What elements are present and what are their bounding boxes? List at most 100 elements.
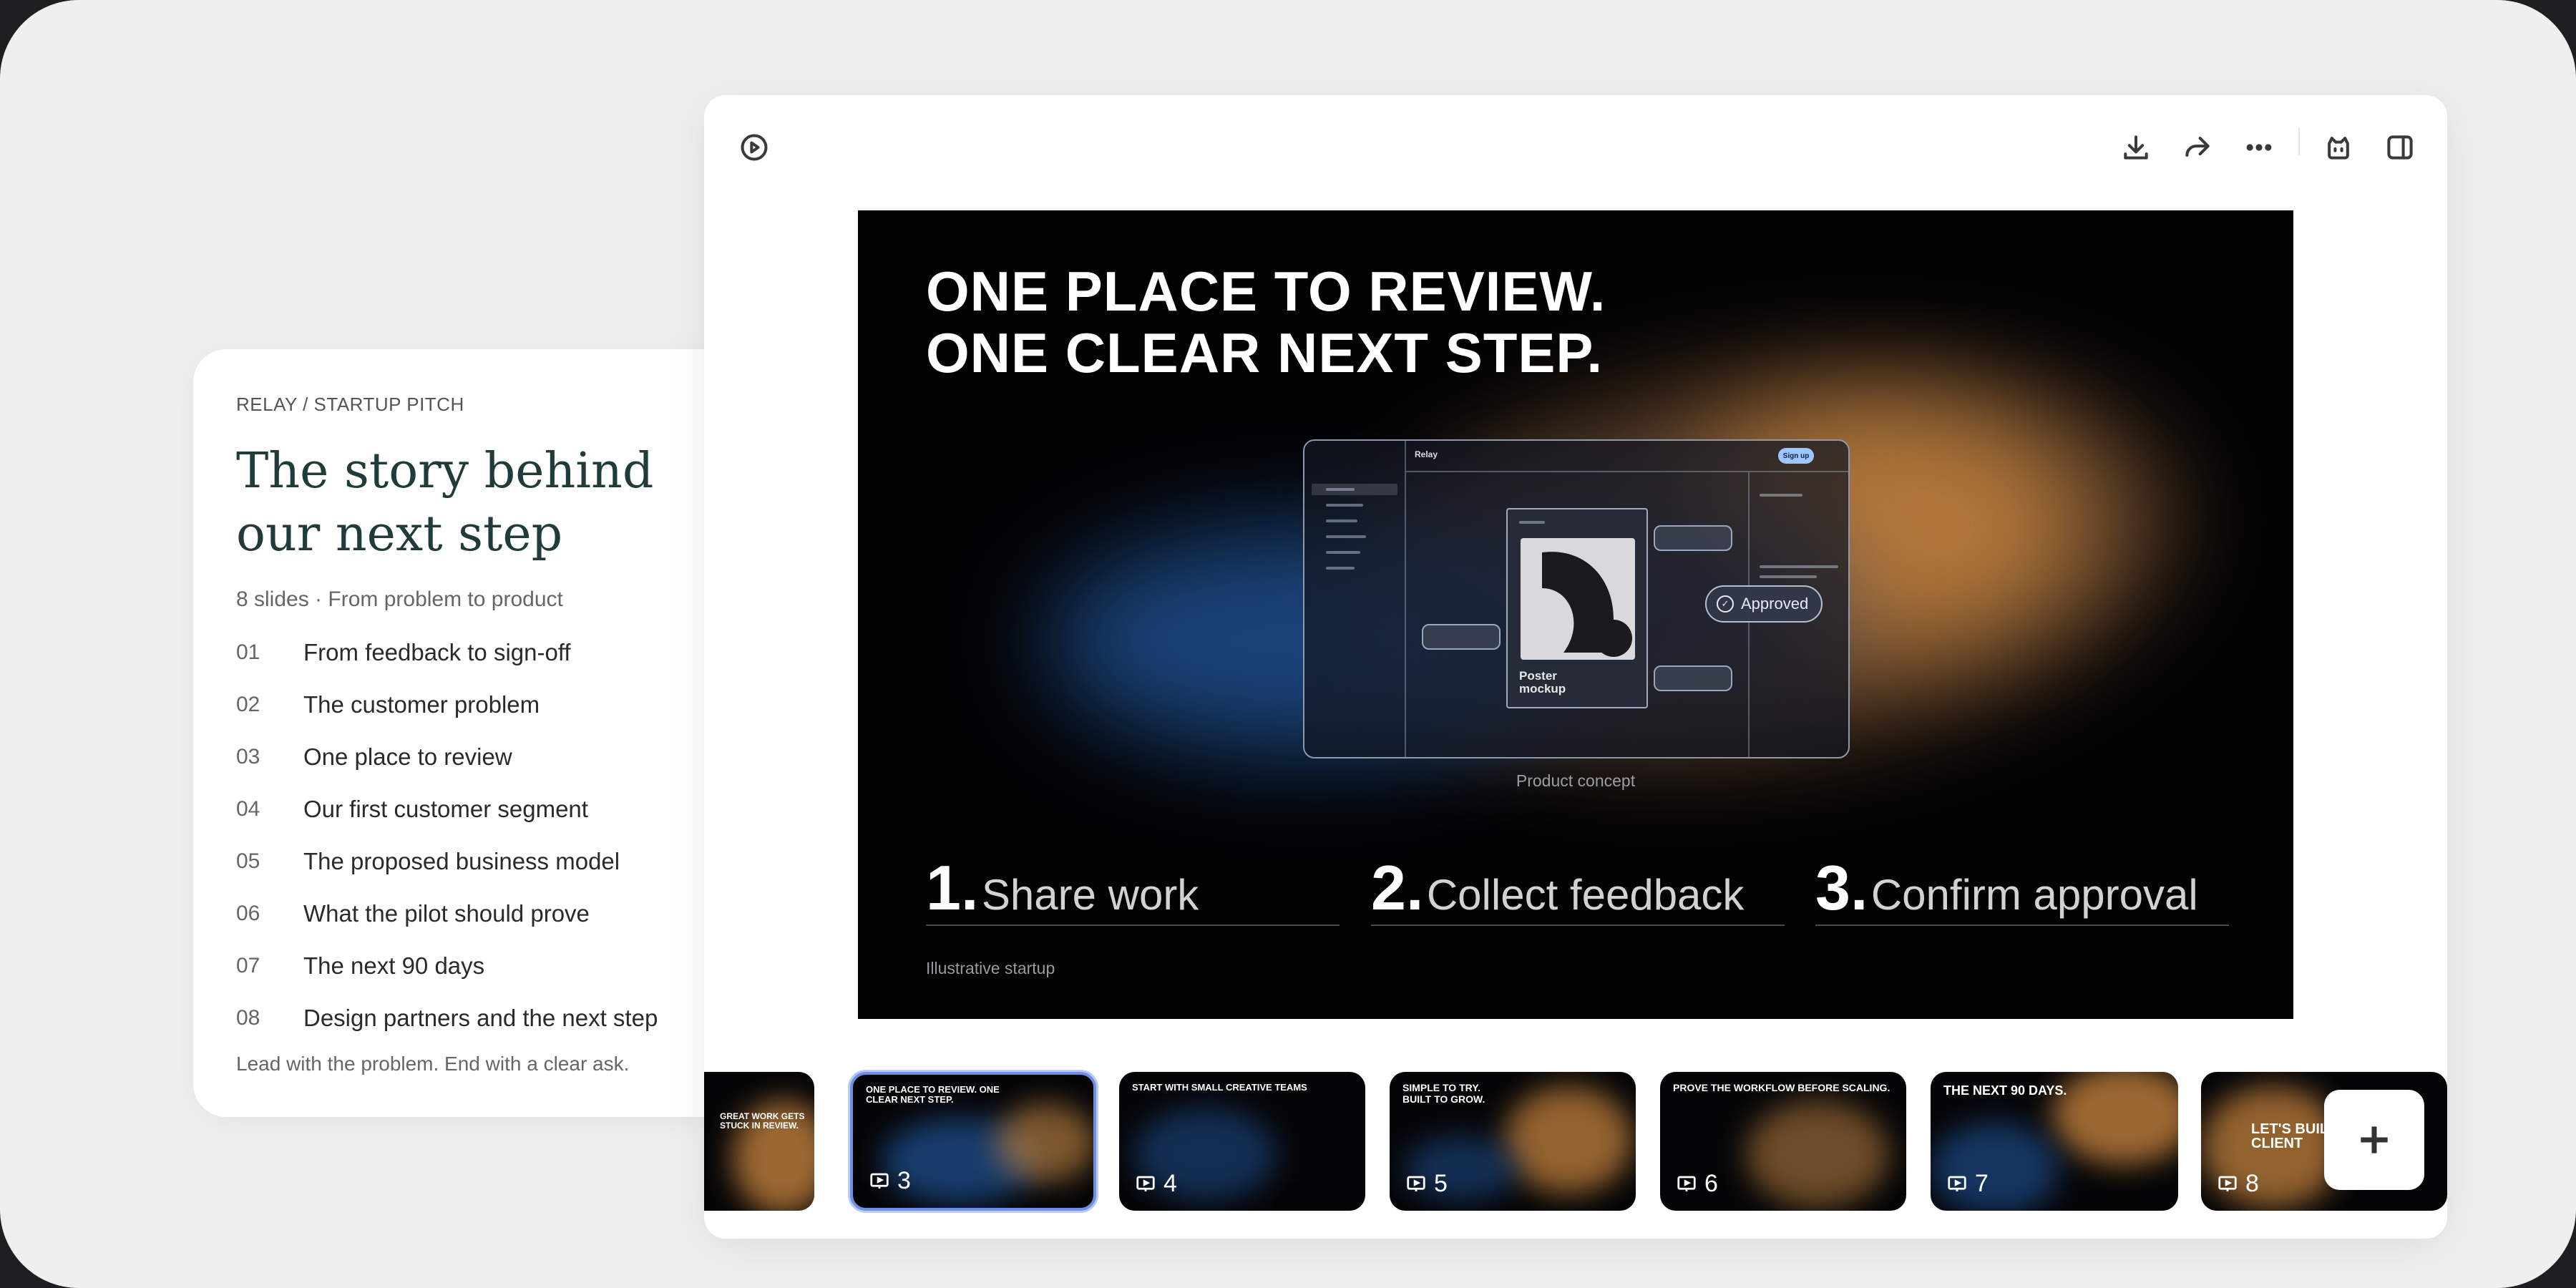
step-number: 2. bbox=[1371, 852, 1424, 923]
mockup-sidebar-item bbox=[1326, 488, 1355, 491]
download-icon bbox=[2124, 135, 2148, 160]
slide-thumbnail[interactable]: THE NEXT 90 DAYS. 7 bbox=[1931, 1072, 2178, 1211]
add-slide-button[interactable] bbox=[2324, 1090, 2424, 1190]
more-icon bbox=[2246, 144, 2272, 151]
thumbnail-title: SIMPLE TO TRY. BUILT TO GROW. bbox=[1402, 1082, 1485, 1105]
thumbnail-number-label: 6 bbox=[1704, 1170, 1718, 1197]
play-button[interactable] bbox=[733, 126, 776, 169]
mockup-sidebar-item bbox=[1326, 504, 1363, 507]
poster-artwork bbox=[1521, 538, 1635, 660]
outline-item[interactable]: 02 The customer problem bbox=[236, 678, 694, 731]
mockup-panel-line bbox=[1760, 494, 1802, 497]
slide-headline-line: ONE PLACE TO REVIEW. bbox=[926, 260, 1606, 323]
download-button[interactable] bbox=[2114, 126, 2157, 169]
outline-meta: 8 slides · From problem to product bbox=[236, 587, 563, 611]
outline-item-label: From feedback to sign-off bbox=[303, 638, 571, 665]
thumbnail-gradient bbox=[996, 1103, 1093, 1182]
outline-item-number: 06 bbox=[236, 901, 260, 925]
slide-icon bbox=[2218, 1176, 2237, 1191]
outline-item[interactable]: 04 Our first customer segment bbox=[236, 783, 694, 835]
slide-footer: Illustrative startup bbox=[926, 959, 1055, 977]
outline-item[interactable]: 06 What the pilot should prove bbox=[236, 887, 694, 940]
thumbnail-gradient bbox=[2052, 1072, 2178, 1165]
thumbnail-gradient bbox=[1504, 1086, 1633, 1194]
outline-item-number: 05 bbox=[236, 849, 260, 873]
poster-label: Poster mockup bbox=[1519, 670, 1566, 696]
product-mockup: Relay Sign up Poster mockup ✓ Approved bbox=[1303, 439, 1850, 758]
outline-footer: Lead with the problem. End with a clear … bbox=[236, 1053, 630, 1075]
thumbnail-number-label: 8 bbox=[2245, 1170, 2259, 1197]
slide-icon bbox=[1136, 1176, 1155, 1191]
check-icon: ✓ bbox=[1717, 595, 1734, 613]
outline-eyebrow: RELAY / STARTUP PITCH bbox=[236, 394, 464, 415]
thumbnail-number: 6 bbox=[1676, 1170, 1718, 1198]
mockup-sidebar-item bbox=[1326, 551, 1360, 554]
slide-canvas[interactable]: ONE PLACE TO REVIEW. ONE CLEAR NEXT STEP… bbox=[858, 210, 2293, 1019]
play-icon bbox=[741, 134, 768, 161]
step-item: 3. Confirm approval bbox=[1815, 852, 2229, 926]
poster-header-line bbox=[1519, 521, 1545, 524]
slide-headline: ONE PLACE TO REVIEW. ONE CLEAR NEXT STEP… bbox=[926, 260, 1606, 384]
poster-label-line: Poster bbox=[1519, 669, 1557, 683]
share-button[interactable] bbox=[2176, 126, 2219, 169]
slide-thumbnail[interactable]: START WITH SMALL CREATIVE TEAMS 4 bbox=[1119, 1072, 1365, 1211]
outline-item[interactable]: 01 From feedback to sign-off bbox=[236, 626, 694, 678]
more-button[interactable] bbox=[2238, 126, 2280, 169]
step-item: 1. Share work bbox=[926, 852, 1340, 926]
slide-thumbnail-selected[interactable]: ONE PLACE TO REVIEW. ONE CLEAR NEXT STEP… bbox=[850, 1072, 1096, 1211]
outline-item[interactable]: 08 Design partners and the next step bbox=[236, 992, 694, 1044]
poster-label-line: mockup bbox=[1519, 682, 1566, 696]
mockup-brand: Relay bbox=[1415, 449, 1438, 459]
comment-chip bbox=[1422, 624, 1501, 650]
thumbnail-number-label: 3 bbox=[897, 1167, 911, 1194]
mockup-signup: Sign up bbox=[1778, 448, 1814, 464]
thumbnail-title: PROVE THE WORKFLOW BEFORE SCALING. bbox=[1673, 1082, 1890, 1093]
slide-thumbnail[interactable]: SIMPLE TO TRY. BUILT TO GROW. 5 bbox=[1390, 1072, 1636, 1211]
outline-item-label: The next 90 days bbox=[303, 952, 485, 979]
outline-item-label: What the pilot should prove bbox=[303, 899, 590, 927]
step-number: 1. bbox=[926, 852, 979, 923]
app-canvas: RELAY / STARTUP PITCH The story behind o… bbox=[0, 0, 2576, 1288]
slide-icon bbox=[870, 1173, 889, 1189]
outline-item-number: 08 bbox=[236, 1005, 260, 1030]
step-label: Confirm approval bbox=[1870, 871, 2198, 919]
mockup-panel-line bbox=[1760, 565, 1838, 568]
thumbnail-title: THE NEXT 90 DAYS. bbox=[1943, 1083, 2067, 1098]
mockup-sidebar bbox=[1304, 441, 1406, 757]
approved-badge: ✓ Approved bbox=[1705, 585, 1823, 623]
slide-thumbnail[interactable]: PROVE THE WORKFLOW BEFORE SCALING. 6 bbox=[1660, 1072, 1906, 1211]
mockup-sidebar-item bbox=[1326, 567, 1355, 570]
outline-item-label: One place to review bbox=[303, 743, 512, 770]
outline-item-number: 07 bbox=[236, 953, 260, 977]
mockup-panel-line bbox=[1760, 575, 1817, 578]
step-item: 2. Collect feedback bbox=[1371, 852, 1785, 926]
mockup-sidebar-item bbox=[1312, 484, 1397, 495]
slide-icon bbox=[1677, 1176, 1696, 1191]
outline-title-line: our next step bbox=[236, 506, 563, 562]
panel-toggle-button[interactable] bbox=[2379, 126, 2421, 169]
outline-title: The story behind our next step bbox=[236, 440, 694, 566]
step-number: 3. bbox=[1815, 852, 1868, 923]
outline-item-number: 03 bbox=[236, 744, 260, 769]
thumbnail-number: 7 bbox=[1946, 1170, 1989, 1198]
thumbnail-number: 5 bbox=[1405, 1170, 1448, 1198]
outline-item[interactable]: 07 The next 90 days bbox=[236, 940, 694, 992]
outline-title-line: The story behind bbox=[236, 443, 654, 499]
approved-label: Approved bbox=[1741, 595, 1809, 613]
outline-list: 01 From feedback to sign-off 02 The custom… bbox=[236, 626, 694, 1044]
assistant-button[interactable] bbox=[2317, 126, 2360, 169]
thumbnail-number: 8 bbox=[2217, 1170, 2259, 1198]
mockup-sidebar-item bbox=[1326, 535, 1366, 538]
thumbnail-number: 4 bbox=[1135, 1170, 1177, 1198]
slide-icon bbox=[1948, 1176, 1966, 1191]
thumbnail-title: START WITH SMALL CREATIVE TEAMS bbox=[1132, 1082, 1307, 1093]
outline-panel: RELAY / STARTUP PITCH The story behind o… bbox=[193, 349, 737, 1117]
toolbar-divider bbox=[2298, 128, 2300, 155]
outline-item[interactable]: 05 The proposed business model bbox=[236, 835, 694, 887]
slide-thumbnail[interactable]: GREAT WORK GETS STUCK IN REVIEW. bbox=[704, 1072, 814, 1211]
thumbnail-title: GREAT WORK GETS STUCK IN REVIEW. bbox=[720, 1111, 805, 1131]
poster-shape-icon bbox=[1542, 552, 1632, 657]
step-label: Share work bbox=[981, 871, 1199, 919]
outline-item[interactable]: 03 One place to review bbox=[236, 731, 694, 783]
outline-item-number: 04 bbox=[236, 796, 260, 821]
